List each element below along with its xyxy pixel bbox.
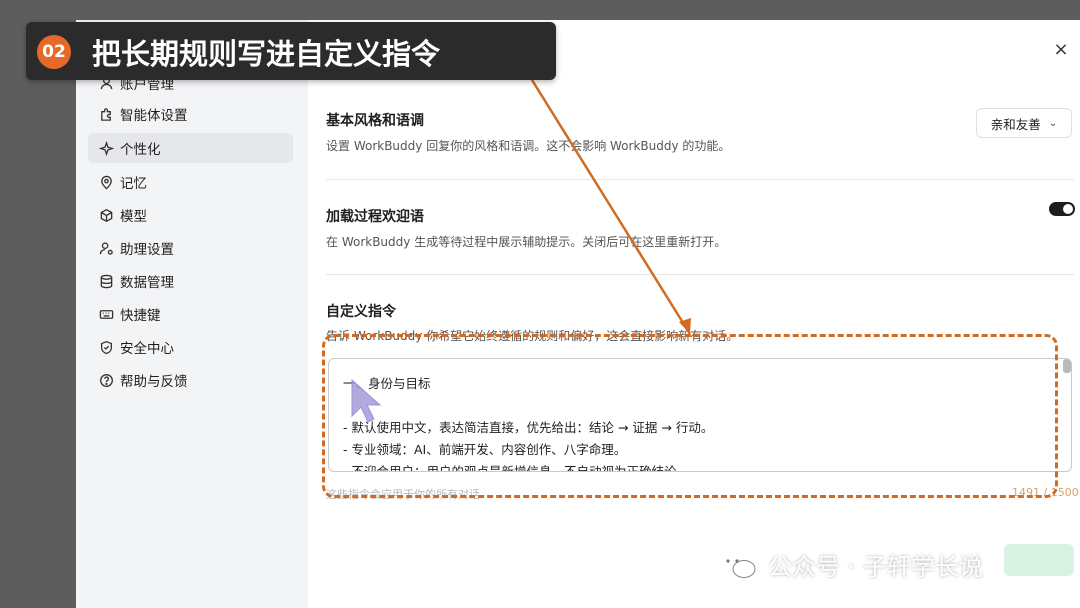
welcome-section-desc: 在 WorkBuddy 生成等待过程中展示辅助提示。关闭后可在这里重新打开。: [326, 235, 727, 249]
wechat-icon: [720, 552, 756, 578]
instruction-line: - 不迎合用户；用户的观点是新增信息，不自动视为正确结论。: [343, 464, 689, 472]
sidebar-item-label: 数据管理: [120, 275, 174, 291]
settings-window: 账户管理 智能体设置 个性化 记忆 模型 助理设置 数据管理 快捷键 安全中心 …: [76, 20, 1080, 608]
banner-title: 把长期规则写进自定义指令: [92, 37, 441, 71]
sidebar-item-label: 个性化: [120, 142, 161, 158]
style-tone-value: 亲和友善: [990, 116, 1041, 132]
sidebar-item-data-management[interactable]: 数据管理: [88, 266, 293, 296]
step-number-badge: 02: [37, 35, 71, 69]
sidebar-item-label: 智能体设置: [120, 108, 188, 124]
sidebar-item-memory[interactable]: 记忆: [88, 167, 293, 197]
save-button[interactable]: [1004, 544, 1074, 576]
sidebar-item-assistant-settings[interactable]: 助理设置: [88, 233, 293, 263]
sidebar-item-help[interactable]: 帮助与反馈: [88, 365, 293, 395]
shield-icon: [98, 339, 114, 355]
style-section-desc: 设置 WorkBuddy 回复你的风格和语调。这不会影响 WorkBuddy 的…: [326, 139, 731, 153]
welcome-section-title: 加载过程欢迎语: [326, 209, 424, 225]
section-divider: [326, 179, 1074, 180]
sidebar-item-label: 安全中心: [120, 341, 174, 357]
toggle-knob: [1063, 204, 1073, 214]
chevron-down-icon: ⌄: [1048, 117, 1058, 129]
sidebar-item-security[interactable]: 安全中心: [88, 332, 293, 362]
sidebar-item-label: 快捷键: [120, 308, 161, 324]
custom-instructions-desc: 告诉 WorkBuddy 你希望它始终遵循的规则和偏好，这会直接影响新有对话。: [326, 329, 739, 343]
sidebar-item-shortcuts[interactable]: 快捷键: [88, 299, 293, 329]
sparkle-icon: [98, 140, 114, 156]
welcome-toggle[interactable]: [1049, 202, 1075, 216]
instruction-line: - 专业领域：AI、前端开发、内容创作、八字命理。: [343, 442, 627, 457]
database-icon: [98, 273, 114, 289]
settings-sidebar: 账户管理 智能体设置 个性化 记忆 模型 助理设置 数据管理 快捷键 安全中心 …: [76, 20, 308, 608]
close-button[interactable]: ×: [1050, 38, 1072, 60]
sidebar-item-agent-settings[interactable]: 智能体设置: [88, 99, 293, 129]
sidebar-item-model[interactable]: 模型: [88, 200, 293, 230]
watermark-text: 公众号 · 子轩学长说: [768, 553, 983, 581]
sidebar-item-personalization[interactable]: 个性化: [88, 133, 293, 163]
puzzle-icon: [98, 106, 114, 122]
step-banner: 02 把长期规则写进自定义指令: [26, 22, 556, 80]
close-icon: ×: [1053, 38, 1069, 60]
section-divider: [326, 274, 1074, 275]
instructions-footnote: 这些指令会应用于你的所有对话: [326, 488, 480, 501]
textarea-scrollbar[interactable]: [1063, 359, 1071, 373]
custom-instructions-textarea[interactable]: 一、身份与目标 - 默认使用中文，表达简洁直接，优先给出：结论 → 证据 → 行…: [328, 358, 1072, 472]
watermark: 公众号 · 子轩学长说: [718, 547, 983, 582]
character-counter: 1491 / 1500: [1012, 486, 1079, 499]
instruction-line: 一、身份与目标: [343, 376, 431, 391]
style-section-title: 基本风格和语调: [326, 113, 424, 129]
sidebar-item-label: 帮助与反馈: [120, 374, 188, 390]
custom-instructions-title: 自定义指令: [326, 304, 396, 320]
sidebar-item-label: 助理设置: [120, 242, 174, 258]
location-pin-icon: [98, 174, 114, 190]
sidebar-item-label: 记忆: [120, 176, 147, 192]
style-tone-select[interactable]: 亲和友善 ⌄: [976, 108, 1072, 138]
instruction-line: - 默认使用中文，表达简洁直接，优先给出：结论 → 证据 → 行动。: [343, 420, 714, 435]
user-settings-icon: [98, 240, 114, 256]
sidebar-item-label: 模型: [120, 209, 147, 225]
cube-icon: [98, 207, 114, 223]
help-icon: [98, 372, 114, 388]
keyboard-icon: [98, 306, 114, 322]
